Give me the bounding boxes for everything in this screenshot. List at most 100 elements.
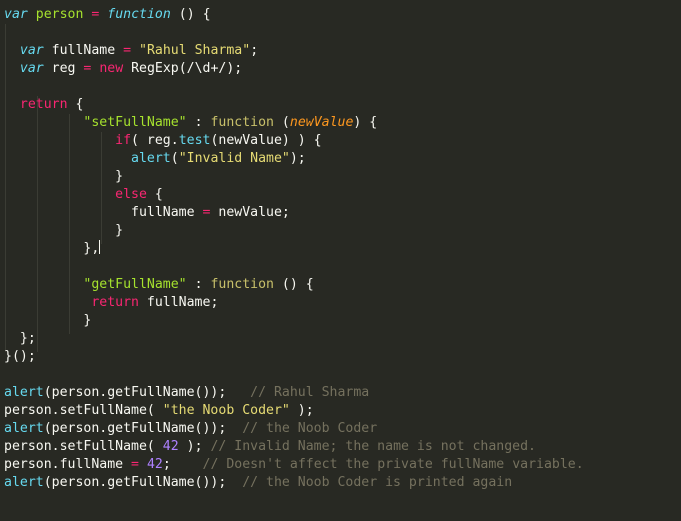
code-line[interactable]: [4, 24, 681, 42]
token-st: "the Noob Coder": [162, 403, 290, 418]
token-bi: alert: [4, 475, 44, 490]
code-line[interactable]: person.fullName = 42; // Doesn't affect …: [4, 456, 681, 474]
token-pr: newValue: [289, 115, 354, 130]
token-pl: () {: [170, 7, 211, 22]
code-line[interactable]: [4, 78, 681, 96]
token-pl: );: [289, 151, 306, 166]
token-st: "Rahul Sharma": [139, 43, 251, 58]
code-line[interactable]: }: [4, 312, 681, 330]
token-pl: (person.getFullName());: [43, 421, 243, 436]
token-st: "Invalid Name": [178, 151, 290, 166]
token-pl: person.setFullName(: [4, 439, 163, 454]
token-pl: };: [4, 331, 36, 346]
token-fn: "getFullName": [83, 277, 187, 292]
token-pl: (person.getFullName());: [43, 385, 251, 400]
code-line[interactable]: alert(person.getFullName()); // the Noob…: [4, 420, 681, 438]
token-cm: // Rahul Sharma: [250, 385, 370, 400]
token-pl: }: [4, 313, 92, 328]
token-pl: () {: [273, 277, 314, 292]
token-k: return: [19, 97, 68, 112]
token-pl: {: [67, 97, 84, 112]
token-pl: },: [4, 241, 100, 256]
token-pl: person.fullName: [4, 457, 132, 472]
code-editor[interactable]: var person = function () { var fullName …: [0, 0, 681, 521]
token-pl: }();: [4, 349, 36, 364]
token-bi: alert: [4, 385, 44, 400]
code-line[interactable]: return fullName;: [4, 294, 681, 312]
token-k: if: [115, 133, 132, 148]
token-cm: // the Noob Coder is printed again: [242, 475, 513, 490]
token-pl: ( reg.: [131, 133, 179, 148]
code-line[interactable]: };: [4, 330, 681, 348]
code-line[interactable]: var person = function () {: [4, 6, 681, 24]
code-line[interactable]: }: [4, 222, 681, 240]
token-pl: }: [4, 169, 124, 184]
token-ty: function: [210, 277, 274, 292]
token-pl: fullName: [4, 205, 203, 220]
token-k: new: [99, 61, 124, 76]
token-bi: alert: [131, 151, 171, 166]
code-line[interactable]: "getFullName" : function () {: [4, 276, 681, 294]
token-pl: reg: [43, 61, 84, 76]
token-fn: "setFullName": [83, 115, 187, 130]
token-pl: (: [273, 115, 290, 130]
token-ty: function: [210, 115, 274, 130]
token-num: 42: [146, 457, 163, 472]
token-pl: RegExp(/\d+/);: [123, 61, 243, 76]
token-pl: (newValue) ) {: [210, 133, 322, 148]
token-cm: // the Noob Coder: [242, 421, 378, 436]
code-line[interactable]: person.setFullName( 42 ); // Invalid Nam…: [4, 438, 681, 456]
token-pl: fullName;: [138, 295, 219, 310]
token-cm: // Doesn't affect the private fullName v…: [202, 457, 584, 472]
token-ki: var: [19, 61, 44, 76]
code-line[interactable]: else {: [4, 186, 681, 204]
code-line[interactable]: }: [4, 168, 681, 186]
code-line[interactable]: var fullName = "Rahul Sharma";: [4, 42, 681, 60]
token-pl: person.setFullName(: [4, 403, 163, 418]
code-line[interactable]: },: [4, 240, 681, 258]
code-line[interactable]: var reg = new RegExp(/\d+/);: [4, 60, 681, 78]
token-pl: :: [186, 277, 211, 292]
token-pl: );: [178, 439, 211, 454]
token-pl: fullName: [43, 43, 124, 58]
token-bi: test: [178, 133, 211, 148]
token-bi: alert: [4, 421, 44, 436]
token-pl: ;: [162, 457, 203, 472]
token-k: =: [123, 43, 132, 58]
code-line[interactable]: alert(person.getFullName()); // Rahul Sh…: [4, 384, 681, 402]
code-line[interactable]: if( reg.test(newValue) ) {: [4, 132, 681, 150]
token-pl: {: [146, 187, 163, 202]
token-pl: ) {: [353, 115, 378, 130]
token-pl: ;: [250, 43, 259, 58]
code-line[interactable]: [4, 366, 681, 384]
token-fn: person: [35, 7, 84, 22]
code-line[interactable]: }();: [4, 348, 681, 366]
code-text-area[interactable]: var person = function () { var fullName …: [0, 0, 681, 521]
code-line[interactable]: [4, 258, 681, 276]
token-pl: );: [289, 403, 314, 418]
token-k: =: [131, 457, 139, 472]
code-line[interactable]: return {: [4, 96, 681, 114]
token-pl: }: [4, 223, 124, 238]
code-line[interactable]: alert(person.getFullName()); // the Noob…: [4, 474, 681, 492]
text-cursor: [99, 240, 101, 254]
code-line[interactable]: person.setFullName( "the Noob Coder" );: [4, 402, 681, 420]
code-line[interactable]: alert("Invalid Name");: [4, 150, 681, 168]
code-line[interactable]: fullName = newValue;: [4, 204, 681, 222]
code-line[interactable]: "setFullName" : function (newValue) {: [4, 114, 681, 132]
token-ki: function: [107, 7, 171, 22]
token-num: 42: [162, 439, 179, 454]
token-cm: // Invalid Name; the name is not changed…: [210, 439, 536, 454]
token-pl: (: [170, 151, 179, 166]
token-ki: var: [4, 7, 28, 22]
